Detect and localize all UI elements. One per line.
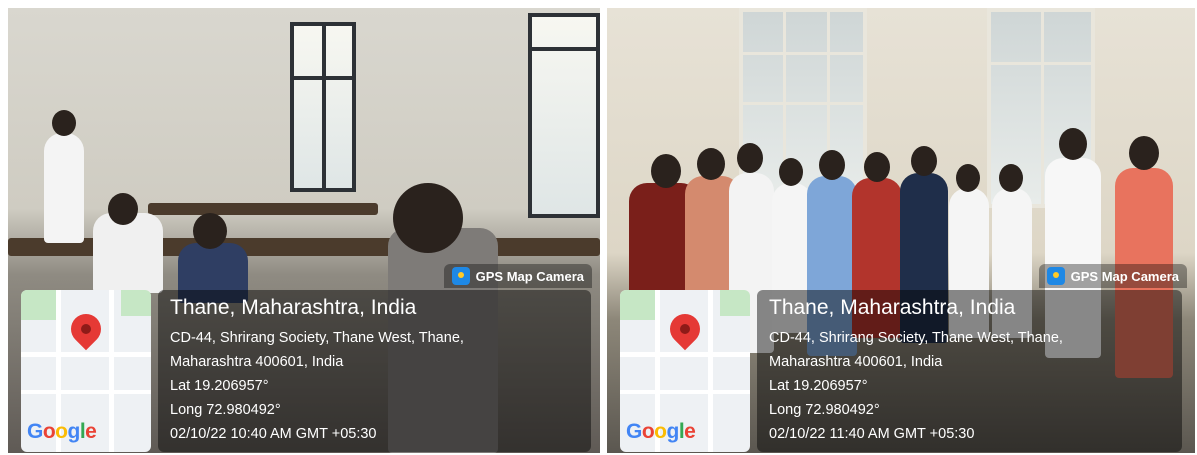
google-logo: Google — [27, 420, 97, 443]
person-head — [737, 143, 763, 173]
location-info-panel: Thane, Maharashtra, India CD-44, Shriran… — [757, 290, 1182, 452]
gps-badge-label: GPS Map Camera — [475, 268, 584, 284]
photo-classroom: GPS Map Camera Google Thane, Maharashtra… — [8, 8, 600, 453]
location-marker-icon — [64, 307, 108, 351]
person-head — [193, 213, 227, 249]
desk-row — [148, 203, 378, 215]
longitude: Long 72.980492° — [769, 402, 880, 418]
classroom-window — [290, 22, 356, 192]
gps-badge: GPS Map Camera — [1038, 264, 1187, 288]
city-name: Thane, Maharashtra, India — [170, 296, 417, 319]
person-head — [651, 154, 681, 188]
address-line-1: CD-44, Shrirang Society, Thane West, Tha… — [170, 330, 464, 346]
latitude: Lat 19.206957° — [170, 378, 269, 394]
gps-badge-label: GPS Map Camera — [1070, 268, 1179, 284]
person-head — [999, 164, 1023, 192]
google-logo: Google — [626, 420, 696, 443]
person-head — [1129, 136, 1159, 170]
map-pin-icon — [1046, 267, 1065, 285]
person-head — [864, 152, 890, 182]
student-figure — [93, 213, 163, 293]
gps-badge: GPS Map Camera — [443, 264, 592, 288]
timestamp: 02/10/22 11:40 AM GMT +05:30 — [769, 426, 975, 442]
person-head — [911, 146, 937, 176]
address-line-2: Maharashtra 400601, India — [170, 354, 344, 370]
person-head — [108, 193, 138, 225]
person-head — [393, 183, 463, 253]
map-thumbnail: Google — [620, 290, 750, 452]
person-head — [956, 164, 980, 192]
address-line-2: Maharashtra 400601, India — [769, 354, 943, 370]
person-head — [52, 110, 76, 136]
location-info-panel: Thane, Maharashtra, India CD-44, Shriran… — [158, 290, 591, 452]
person-head — [819, 150, 845, 180]
latitude: Lat 19.206957° — [769, 378, 868, 394]
map-thumbnail: Google — [21, 290, 151, 452]
timestamp: 02/10/22 10:40 AM GMT +05:30 — [170, 426, 377, 442]
map-pin-icon — [451, 267, 470, 285]
city-name: Thane, Maharashtra, India — [769, 296, 1016, 319]
person-head — [779, 158, 803, 186]
person-head — [1059, 128, 1087, 160]
photo-group: GPS Map Camera Google Thane, Maharashtra… — [607, 8, 1195, 453]
teacher-figure — [44, 133, 84, 243]
address-line-1: CD-44, Shrirang Society, Thane West, Tha… — [769, 330, 1063, 346]
person-head — [697, 148, 725, 180]
location-marker-icon — [663, 307, 707, 351]
classroom-door-window — [528, 13, 600, 218]
longitude: Long 72.980492° — [170, 402, 281, 418]
